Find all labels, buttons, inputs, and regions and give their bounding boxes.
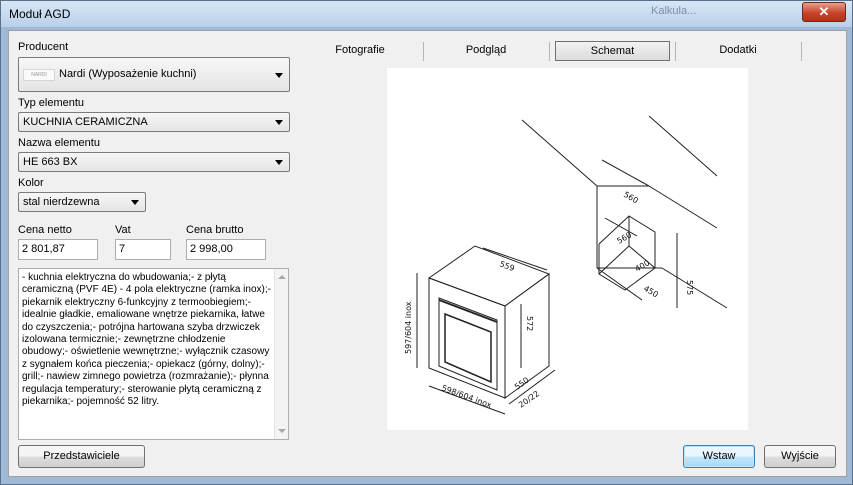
color-label: Kolor [18,177,44,189]
name-label: Nazwa elementu [18,137,100,149]
tab-divider [423,42,424,61]
dimension-line [601,159,650,187]
chevron-down-icon [275,72,283,78]
net-price-value: 2 801,87 [22,243,65,255]
exit-button[interactable]: Wyjście [764,445,836,468]
app-window: Moduł AGD Kalkula... ✕ Producent NARDI N… [0,0,853,485]
tab-label: Dodatki [719,44,757,56]
scroll-down-icon[interactable] [278,429,286,433]
tab-divider [549,42,550,61]
chevron-down-icon [131,200,139,205]
description-scrollbar[interactable] [274,269,288,439]
type-label: Typ elementu [18,97,85,109]
oven-front [428,277,506,399]
type-select[interactable]: KUCHNIA CERAMICZNA [18,112,290,132]
dimension-label: 575 [685,280,694,295]
producer-logo: NARDI [23,69,55,81]
vat-label: Vat [115,224,131,236]
tab-divider [801,42,802,61]
close-button[interactable]: ✕ [802,2,846,22]
dimension-label: 20/22 [517,389,541,410]
oven-handle [438,299,498,323]
gross-price-field[interactable]: 2 998,00 [186,239,266,260]
representatives-button[interactable]: Przedstawiciele [18,445,145,468]
niche-line [596,267,643,301]
tab-label: Podgląd [465,44,507,56]
type-value: KUCHNIA CERAMICZNA [23,116,148,128]
net-price-field[interactable]: 2 801,87 [18,239,98,260]
tab-label: Fotografie [335,44,385,56]
tab-podglad[interactable]: Podgląd [425,41,547,61]
gross-price-label: Cena brutto [186,224,244,236]
tab-dodatki[interactable]: Dodatki [677,41,799,61]
scroll-up-icon[interactable] [278,275,286,279]
dimension-label: 598/604 inox [440,383,493,409]
dimension-label: 597/604 inox [404,301,413,354]
producer-select[interactable]: NARDI Nardi (Wyposażenie kuchni) [18,57,290,92]
insert-button[interactable]: Wstaw [683,445,755,468]
window-title: Moduł AGD [9,7,71,21]
dimension-label: 559 [498,259,515,273]
title-bar[interactable]: Moduł AGD Kalkula... ✕ [1,1,852,27]
niche-line [648,115,718,177]
dimension-label: 560 [622,190,640,205]
name-select[interactable]: HE 663 BX [18,152,290,172]
schematic-preview: 560 560 400 450 575 559 572 597/604 inox… [387,68,748,430]
dimension-label: 400 [634,258,652,273]
niche-line [598,245,630,275]
dimension-label: 550 [513,376,531,392]
tab-fotografie[interactable]: Fotografie [299,41,421,61]
color-value: stal nierdzewna [23,196,100,208]
tab-schemat[interactable]: Schemat [555,41,670,61]
description-textarea[interactable]: - kuchnia elektryczna do wbudowania;- z … [18,268,289,440]
tab-label: Schemat [590,45,635,57]
chevron-down-icon [275,120,283,125]
net-price-label: Cena netto [18,224,72,236]
color-select[interactable]: stal nierdzewna [18,192,146,212]
dimension-label: 572 [525,316,534,331]
niche-line [648,185,718,229]
vat-field[interactable]: 7 [115,239,171,260]
tab-divider [675,42,676,61]
chevron-down-icon [275,160,283,165]
description-text: - kuchnia elektryczna do wbudowania;- z … [22,272,271,408]
producer-label: Producent [18,41,69,53]
background-window-title: Kalkula... [651,5,697,17]
oven-schematic-drawing: 560 560 400 450 575 559 572 597/604 inox… [404,115,728,415]
niche-opening [598,215,656,291]
gross-price-value: 2 998,00 [190,243,233,255]
oven-top [427,245,551,307]
niche-line [521,119,598,187]
name-value: HE 663 BX [23,156,78,168]
vat-value: 7 [119,243,126,255]
dialog-body: Producent NARDI Nardi (Wyposażenie kuchn… [8,30,847,477]
close-icon: ✕ [818,4,830,19]
producer-value: Nardi (Wyposażenie kuchni) [59,68,197,80]
dimension-label: 450 [642,284,660,299]
